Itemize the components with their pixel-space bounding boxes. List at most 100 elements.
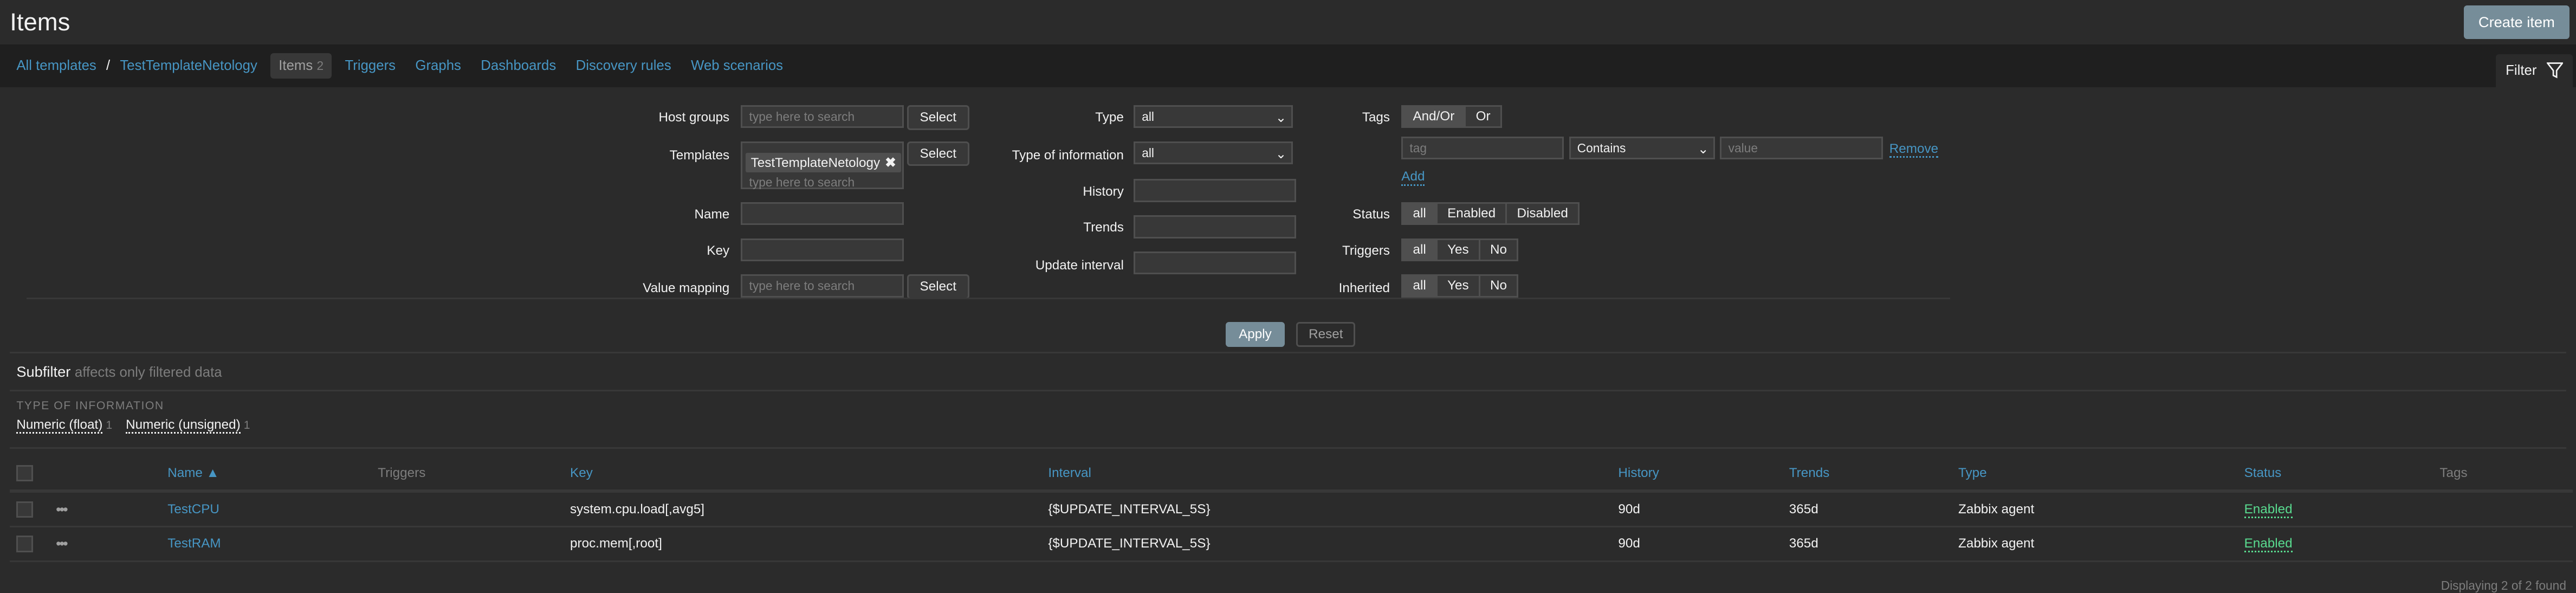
remove-tag-link[interactable]: Remove <box>1889 141 1939 158</box>
inherited-toggle: all Yes No <box>1401 274 1519 298</box>
triggers-no-option[interactable]: No <box>1480 240 1517 260</box>
item-name-link[interactable]: TestRAM <box>167 536 221 551</box>
type-select[interactable]: all ⌄ <box>1134 105 1293 128</box>
triggers-all-option[interactable]: all <box>1403 240 1438 260</box>
page-header: Items Create item <box>0 0 2576 44</box>
filter-funnel-icon <box>2546 62 2563 79</box>
subfilter-note: affects only filtered data <box>74 365 222 381</box>
history-input[interactable] <box>1134 179 1297 202</box>
create-item-button[interactable]: Create item <box>2463 5 2570 40</box>
host-groups-select-button[interactable]: Select <box>907 105 969 130</box>
templates-multiselect[interactable]: TestTemplateNetology ✖ type here to searc… <box>741 141 904 189</box>
host-groups-label: Host groups <box>658 110 730 125</box>
templates-search-input[interactable]: type here to search <box>742 176 902 189</box>
row-checkbox[interactable] <box>16 501 33 518</box>
inherited-yes-option[interactable]: Yes <box>1437 276 1480 296</box>
tags-or-option[interactable]: Or <box>1466 107 1500 127</box>
item-interval: {$UPDATE_INTERVAL_5S} <box>1041 491 1612 528</box>
key-label: Key <box>707 243 730 258</box>
item-interval: {$UPDATE_INTERVAL_5S} <box>1041 526 1612 562</box>
inherited-all-option[interactable]: all <box>1403 276 1438 296</box>
inherited-label: Inherited <box>1338 281 1390 296</box>
more-actions-icon[interactable]: ••• <box>56 535 68 552</box>
subfilter-divider <box>10 389 2566 391</box>
key-column-header[interactable]: Key <box>563 456 1042 493</box>
type-column-header[interactable]: Type <box>1951 456 2238 493</box>
trends-column-header[interactable]: Trends <box>1782 456 1952 493</box>
subfilter-value-float[interactable]: Numeric (float) <box>16 417 103 434</box>
subfilter-values: Numeric (float) 1 Numeric (unsigned) 1 <box>16 417 260 434</box>
tab-items-count: 2 <box>316 58 324 73</box>
add-tag-link[interactable]: Add <box>1401 169 1425 186</box>
status-label: Status <box>1352 207 1390 222</box>
template-chip-label: TestTemplateNetology <box>750 155 881 170</box>
status-enabled-option[interactable]: Enabled <box>1437 203 1507 224</box>
reset-button[interactable]: Reset <box>1296 322 1356 347</box>
status-column-header[interactable]: Status <box>2237 456 2433 493</box>
items-table: Name ▲ Triggers Key Interval History Tre… <box>10 456 2573 562</box>
inherited-no-option[interactable]: No <box>1480 276 1517 296</box>
tag-operator-value: Contains <box>1577 140 1626 155</box>
template-chip[interactable]: TestTemplateNetology ✖ <box>746 152 901 172</box>
breadcrumb-template[interactable]: TestTemplateNetology <box>120 58 257 74</box>
chevron-down-icon: ⌄ <box>1697 141 1709 157</box>
status-all-option[interactable]: all <box>1403 203 1438 224</box>
type-of-information-value: all <box>1142 145 1154 160</box>
select-all-checkbox[interactable] <box>16 465 33 482</box>
item-key: system.cpu.load[,avg5] <box>563 491 1042 528</box>
tab-graphs[interactable]: Graphs <box>415 58 461 74</box>
tab-dashboards[interactable]: Dashboards <box>481 58 556 74</box>
tab-web-scenarios[interactable]: Web scenarios <box>691 58 783 74</box>
status-toggle: all Enabled Disabled <box>1401 202 1580 225</box>
tags-column-header: Tags <box>2433 456 2573 493</box>
key-input[interactable] <box>741 238 904 262</box>
item-trends: 365d <box>1782 491 1952 528</box>
tab-items[interactable]: Items 2 <box>270 53 332 79</box>
item-status-toggle[interactable]: Enabled <box>2244 536 2293 553</box>
type-label: Type <box>1095 110 1124 125</box>
templates-label: Templates <box>669 147 730 163</box>
item-key: proc.mem[,root] <box>563 526 1042 562</box>
more-actions-icon[interactable]: ••• <box>56 501 68 518</box>
actions-column <box>49 456 161 493</box>
subfilter-value-unsigned[interactable]: Numeric (unsigned) <box>126 417 241 434</box>
interval-column-header[interactable]: Interval <box>1041 456 1612 493</box>
type-of-information-select[interactable]: all ⌄ <box>1134 141 1293 165</box>
value-mapping-select-button[interactable]: Select <box>907 274 969 299</box>
templates-select-button[interactable]: Select <box>907 141 969 166</box>
update-interval-input[interactable] <box>1134 251 1297 275</box>
item-tags <box>2433 491 2573 528</box>
name-input[interactable] <box>741 202 904 225</box>
filter-toggle-label: Filter <box>2506 62 2537 78</box>
tag-name-input[interactable]: tag <box>1401 136 1564 160</box>
tags-and-or-option[interactable]: And/Or <box>1403 107 1466 127</box>
tag-value-input[interactable]: value <box>1720 136 1883 160</box>
filter-panel: Host groups type here to search Select T… <box>10 87 2566 353</box>
type-select-value: all <box>1142 109 1154 124</box>
item-history: 90d <box>1611 491 1783 528</box>
remove-chip-icon[interactable]: ✖ <box>885 156 896 170</box>
trends-label: Trends <box>1083 220 1124 235</box>
item-triggers <box>371 526 564 562</box>
apply-button[interactable]: Apply <box>1225 322 1285 347</box>
filter-toggle[interactable]: Filter <box>2495 54 2573 87</box>
breadcrumb-all-templates[interactable]: All templates <box>16 58 96 74</box>
history-column-header[interactable]: History <box>1611 456 1783 493</box>
item-trends: 365d <box>1782 526 1952 562</box>
triggers-yes-option[interactable]: Yes <box>1437 240 1480 260</box>
row-checkbox[interactable] <box>16 536 33 552</box>
item-type: Zabbix agent <box>1951 526 2238 562</box>
page-title: Items <box>10 8 70 36</box>
tag-operator-select[interactable]: Contains ⌄ <box>1569 136 1716 160</box>
tab-discovery-rules[interactable]: Discovery rules <box>576 58 671 74</box>
host-groups-input[interactable]: type here to search <box>741 105 904 128</box>
template-navigation: All templates / TestTemplateNetology Ite… <box>0 44 2576 87</box>
tab-triggers[interactable]: Triggers <box>345 58 396 74</box>
trends-input[interactable] <box>1134 215 1297 239</box>
value-mapping-input[interactable]: type here to search <box>741 274 904 298</box>
item-status-toggle[interactable]: Enabled <box>2244 501 2293 518</box>
table-row: ••• TestRAM proc.mem[,root] {$UPDATE_INT… <box>10 526 2573 562</box>
name-column-header[interactable]: Name ▲ <box>161 456 372 493</box>
item-name-link[interactable]: TestCPU <box>167 502 219 517</box>
status-disabled-option[interactable]: Disabled <box>1507 203 1578 224</box>
